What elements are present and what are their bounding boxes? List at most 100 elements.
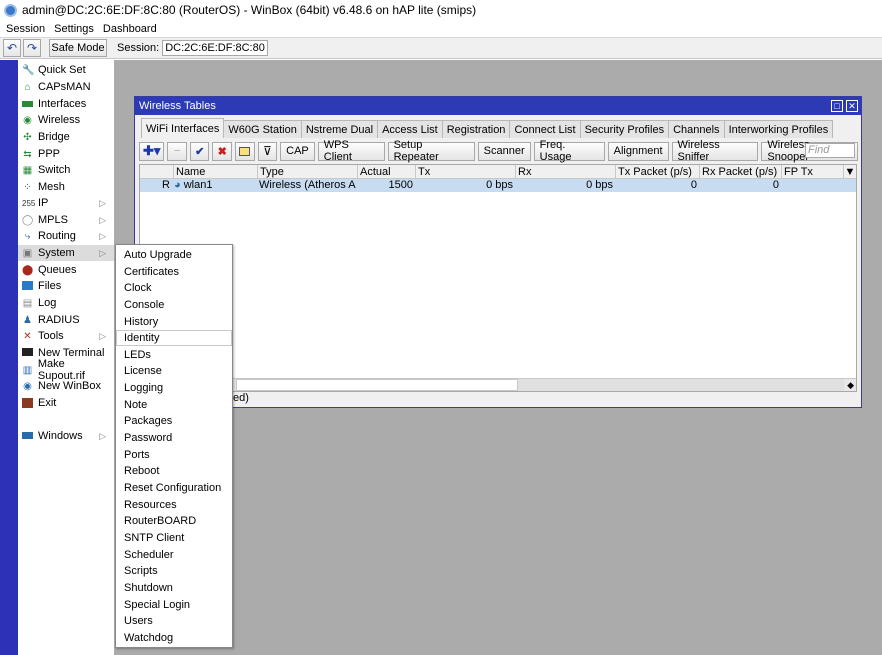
session-field[interactable]: DC:2C:6E:DF:8C:80	[162, 40, 268, 56]
column-tx[interactable]: Tx	[415, 165, 515, 179]
menu-item-leds[interactable]: LEDs	[116, 347, 232, 363]
sidebar-item-switch[interactable]: ▦ Switch	[18, 162, 114, 178]
sidebar-item-log[interactable]: ▤ Log	[18, 295, 114, 311]
sidebar-item-tools[interactable]: ✕ Tools ▷	[18, 328, 114, 344]
menu-session[interactable]: Session	[6, 23, 45, 35]
sidebar-item-files[interactable]: Files	[18, 278, 114, 294]
sidebar-item-queues[interactable]: ⬤ Queues	[18, 262, 114, 278]
menu-item-shutdown[interactable]: Shutdown	[116, 580, 232, 596]
menu-item-reboot[interactable]: Reboot	[116, 463, 232, 479]
sidebar-item-new-winbox[interactable]: ◉ New WinBox	[18, 378, 114, 394]
remove-button[interactable]: −	[167, 141, 187, 161]
wireless-sniffer-button[interactable]: Wireless Sniffer	[671, 139, 759, 163]
freq-usage-button[interactable]: Freq. Usage	[533, 139, 605, 163]
tab-registration[interactable]: Registration	[441, 120, 511, 138]
column-fp-tx[interactable]: FP Tx	[781, 165, 843, 179]
sidebar-item-bridge[interactable]: ✣ Bridge	[18, 129, 114, 145]
column-tx-packet[interactable]: Tx Packet (p/s)	[615, 165, 699, 179]
scrollbar-track[interactable]	[518, 379, 844, 391]
tab-channels[interactable]: Channels	[668, 120, 725, 138]
filter-button[interactable]: ⊽	[257, 141, 278, 161]
menu-item-logging[interactable]: Logging	[116, 380, 232, 396]
sidebar-item-ip[interactable]: 255 IP ▷	[18, 195, 114, 211]
table-row[interactable]: R ◕ wlan1 Wireless (Atheros AR9... 1500 …	[140, 179, 856, 192]
sidebar-item-radius[interactable]: ♟ RADIUS	[18, 312, 114, 328]
tab-wifi-interfaces[interactable]: WiFi Interfaces	[141, 118, 225, 138]
sidebar-item-ppp[interactable]: ⇆ PPP	[18, 146, 114, 162]
menu-item-reset-configuration[interactable]: Reset Configuration	[116, 480, 232, 496]
safe-mode-button[interactable]: Safe Mode	[49, 39, 107, 57]
tab-connect-list[interactable]: Connect List	[509, 120, 581, 138]
menu-item-watchdog[interactable]: Watchdog	[116, 630, 232, 646]
undo-button[interactable]: ↶	[3, 39, 21, 57]
menu-settings[interactable]: Settings	[54, 23, 94, 35]
close-icon[interactable]: ✕	[846, 100, 858, 112]
tab-nstreme-dual[interactable]: Nstreme Dual	[300, 120, 379, 138]
menu-item-routerboard[interactable]: RouterBOARD	[116, 513, 232, 529]
ip-icon: 255	[22, 198, 36, 208]
submenu-arrow-icon: ▷	[99, 247, 106, 258]
tab-security-profiles[interactable]: Security Profiles	[579, 120, 670, 138]
menu-item-identity[interactable]: Identity	[116, 330, 232, 346]
sidebar-item-routing[interactable]: ⤷ Routing ▷	[18, 228, 114, 244]
wireless-window-titlebar[interactable]: Wireless Tables □ ✕	[135, 97, 861, 115]
sidebar-item-interfaces[interactable]: Interfaces	[18, 96, 114, 112]
terminal-icon	[22, 347, 33, 359]
redo-button[interactable]: ↷	[23, 39, 41, 57]
sidebar-item-mpls[interactable]: ◯ MPLS ▷	[18, 212, 114, 228]
menu-item-users[interactable]: Users	[116, 613, 232, 629]
menu-item-history[interactable]: History	[116, 314, 232, 330]
scroll-diamond-icon[interactable]: ◆	[847, 379, 854, 391]
mesh-icon: ⁘	[23, 181, 32, 193]
menu-item-packages[interactable]: Packages	[116, 413, 232, 429]
undo-icon: ↶	[6, 41, 18, 55]
menu-item-special-login[interactable]: Special Login	[116, 597, 232, 613]
wps-client-button[interactable]: WPS Client	[317, 139, 385, 163]
sidebar-item-mesh[interactable]: ⁘ Mesh	[18, 179, 114, 195]
column-actual-mtu[interactable]: Actual MTU	[357, 165, 415, 192]
columns-dropdown-icon[interactable]: ▼	[843, 165, 856, 179]
menu-item-certificates[interactable]: Certificates	[116, 264, 232, 280]
sidebar-item-system[interactable]: ▣ System ▷	[18, 245, 114, 261]
tab-w60g-station[interactable]: W60G Station	[223, 120, 302, 138]
maximize-icon[interactable]: □	[831, 100, 843, 112]
menu-item-clock[interactable]: Clock	[116, 280, 232, 296]
setup-repeater-button[interactable]: Setup Repeater	[387, 139, 475, 163]
sidebar-item-quick-set[interactable]: 🔧 Quick Set	[18, 62, 114, 78]
menu-item-note[interactable]: Note	[116, 397, 232, 413]
column-flag[interactable]	[140, 165, 173, 179]
tab-access-list[interactable]: Access List	[377, 120, 443, 138]
menu-item-resources[interactable]: Resources	[116, 497, 232, 513]
menu-item-ports[interactable]: Ports	[116, 447, 232, 463]
add-button[interactable]: ✚▾	[139, 141, 165, 161]
sidebar-item-capsman[interactable]: ⌂ CAPsMAN	[18, 79, 114, 95]
cap-button[interactable]: CAP	[280, 141, 315, 161]
menu-item-auto-upgrade[interactable]: Auto Upgrade	[116, 247, 232, 263]
column-name[interactable]: Name	[173, 165, 257, 179]
menu-dashboard[interactable]: Dashboard	[103, 23, 157, 35]
tab-interworking-profiles[interactable]: Interworking Profiles	[723, 120, 834, 138]
disable-button[interactable]: ✖	[212, 141, 233, 161]
menu-item-console[interactable]: Console	[116, 297, 232, 313]
column-type[interactable]: Type	[257, 165, 357, 179]
menu-item-scripts[interactable]: Scripts	[116, 563, 232, 579]
sidebar-item-wireless[interactable]: ◉ Wireless	[18, 112, 114, 128]
menu-item-sntp-client[interactable]: SNTP Client	[116, 530, 232, 546]
enable-button[interactable]: ✔	[189, 141, 210, 161]
sidebar-item-make-supout[interactable]: ▥ Make Supout.rif	[18, 358, 114, 382]
menu-item-password[interactable]: Password	[116, 430, 232, 446]
menu-item-license[interactable]: License	[116, 363, 232, 379]
find-input[interactable]: Find	[805, 143, 855, 158]
column-rx[interactable]: Rx	[515, 165, 615, 179]
scanner-button[interactable]: Scanner	[477, 141, 531, 161]
comment-button[interactable]	[235, 141, 255, 161]
winbox-icon: ◉	[23, 380, 32, 392]
menu-item-scheduler[interactable]: Scheduler	[116, 547, 232, 563]
sidebar-item-exit[interactable]: Exit	[18, 395, 114, 411]
scrollbar-thumb[interactable]	[236, 379, 518, 391]
sidebar-item-windows[interactable]: Windows ▷	[18, 428, 114, 444]
column-rx-packet[interactable]: Rx Packet (p/s)	[699, 165, 781, 179]
horizontal-scrollbar[interactable]: ◆	[140, 378, 856, 391]
row-flag: R	[162, 179, 170, 191]
alignment-button[interactable]: Alignment	[607, 141, 669, 161]
